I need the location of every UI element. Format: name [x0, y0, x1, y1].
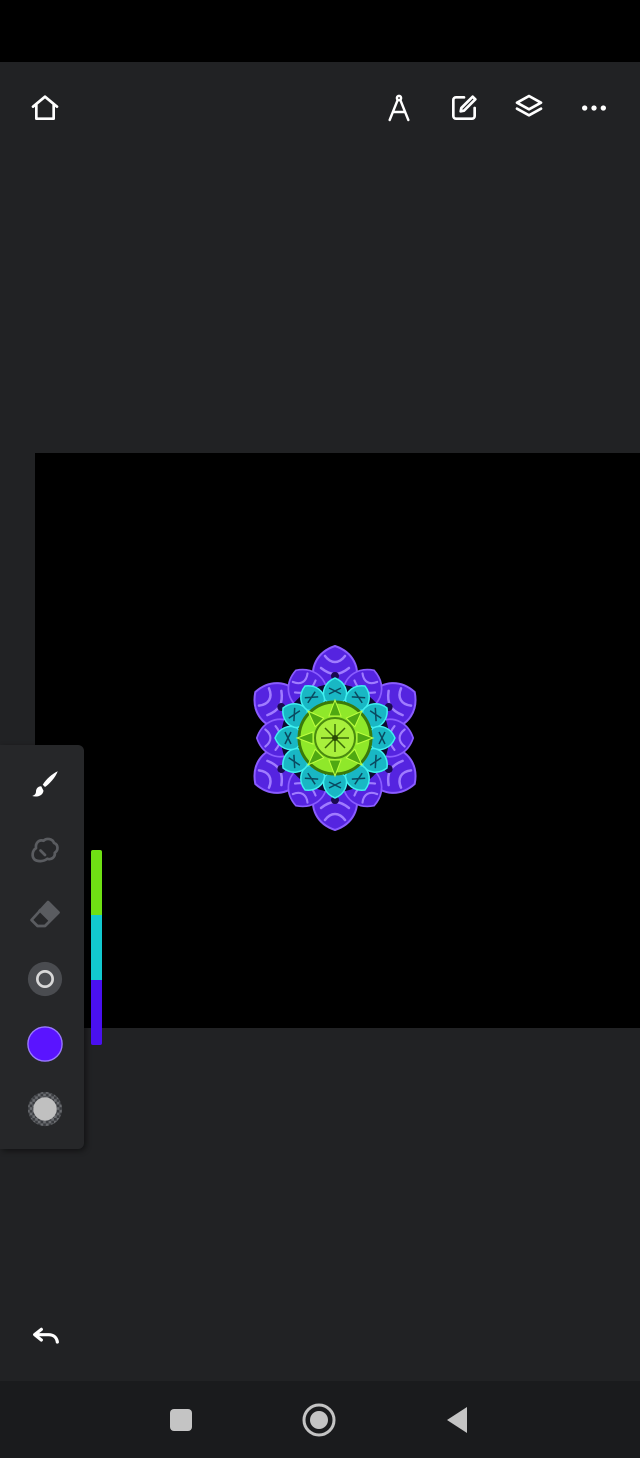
compass-icon: [388, 94, 410, 122]
mandala-center: [296, 699, 374, 777]
color-history-bar[interactable]: [91, 850, 102, 1045]
color-history-purple[interactable]: [91, 980, 102, 1045]
edit-icon: [452, 95, 477, 120]
brush-size-tool[interactable]: [20, 954, 70, 1004]
tool-panel: [0, 745, 84, 1149]
back-button[interactable]: [432, 1395, 482, 1445]
recent-apps-icon: [170, 1409, 192, 1431]
symmetry-guide-button[interactable]: [377, 86, 421, 130]
drawing-canvas[interactable]: [35, 453, 640, 1028]
color-history-cyan[interactable]: [91, 915, 102, 980]
smudge-tool[interactable]: [20, 824, 70, 874]
color-history-green[interactable]: [91, 850, 102, 915]
opacity-tool[interactable]: [20, 1084, 70, 1134]
home-icon: [31, 95, 59, 120]
undo-icon: [33, 1327, 59, 1344]
status-bar: [0, 0, 640, 62]
mandala-drawing: [243, 644, 427, 832]
layers-icon: [515, 94, 543, 117]
smudge-icon: [31, 837, 59, 863]
home-button[interactable]: [23, 86, 67, 130]
system-home-button[interactable]: [294, 1395, 344, 1445]
brush-size-icon: [27, 961, 63, 997]
edit-button[interactable]: [442, 86, 486, 130]
more-button[interactable]: [572, 86, 616, 130]
color-picker-tool[interactable]: [20, 1019, 70, 1069]
back-icon: [447, 1407, 467, 1433]
recent-apps-button[interactable]: [156, 1395, 206, 1445]
eraser-tool[interactable]: [20, 889, 70, 939]
brush-tool[interactable]: [20, 759, 70, 809]
layers-button[interactable]: [507, 86, 551, 130]
color-swatch-icon: [27, 1026, 63, 1062]
opacity-icon: [27, 1091, 63, 1127]
undo-button[interactable]: [24, 1314, 68, 1358]
top-toolbar: [0, 62, 640, 154]
eraser-icon: [30, 900, 60, 928]
more-icon: [582, 105, 606, 111]
system-nav-bar: [0, 1381, 640, 1458]
home-circle-icon: [302, 1403, 336, 1437]
brush-icon: [32, 771, 58, 797]
